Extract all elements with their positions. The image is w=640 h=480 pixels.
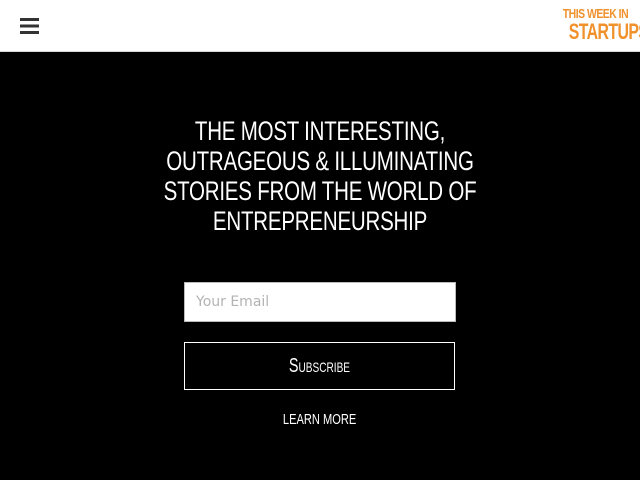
top-navigation-bar: THIS WEEK IN STARTUPS: [0, 0, 640, 52]
email-field[interactable]: [184, 282, 456, 322]
subscribe-button-label: Subscribe: [288, 354, 351, 377]
menu-button[interactable]: [14, 12, 44, 40]
newsletter-hero: THE MOST INTERESTING, OUTRAGEOUS & ILLUM…: [0, 52, 640, 480]
site-logo[interactable]: THIS WEEK IN STARTUPS: [548, 7, 640, 45]
hero-headline: THE MOST INTERESTING, OUTRAGEOUS & ILLUM…: [163, 116, 477, 236]
logo-line-2: STARTUPS: [568, 19, 640, 44]
learn-more-link[interactable]: LEARN MORE: [220, 411, 420, 428]
hamburger-menu-icon: [19, 18, 39, 34]
subscribe-button[interactable]: Subscribe: [184, 342, 455, 390]
learn-more-label: LEARN MORE: [283, 411, 357, 428]
